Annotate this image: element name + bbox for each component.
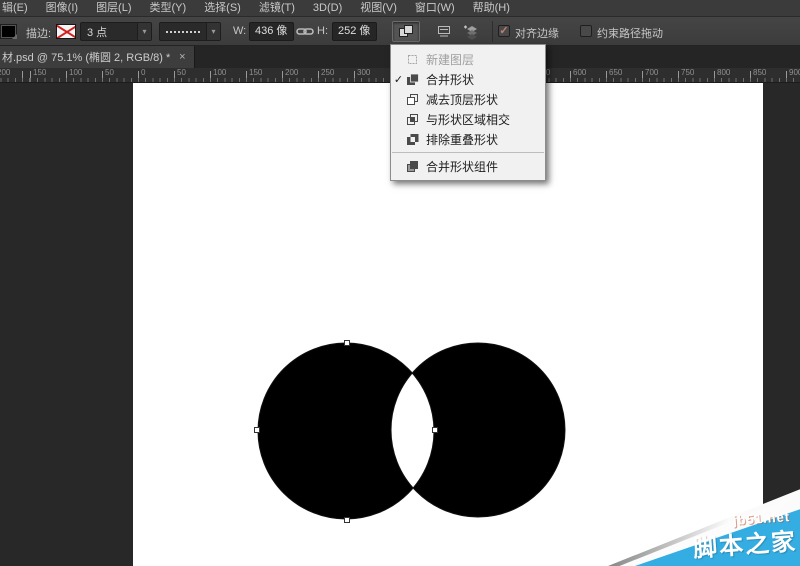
document-tab[interactable]: 材.psd @ 75.1% (椭圆 2, RGB/8) * × bbox=[0, 46, 195, 68]
menu-bar: 辑(E)图像(I)图层(L)类型(Y)选择(S)滤镜(T)3D(D)视图(V)窗… bbox=[0, 0, 800, 17]
anchor-point[interactable] bbox=[433, 428, 438, 433]
path-arrangement-icon bbox=[463, 24, 481, 40]
menu-item-6[interactable]: 3D(D) bbox=[304, 0, 351, 17]
path-alignment-button[interactable] bbox=[430, 21, 458, 42]
anchor-point[interactable] bbox=[345, 341, 350, 346]
height-field[interactable]: 252 像 bbox=[332, 22, 377, 41]
menu-item-2[interactable]: 图层(L) bbox=[87, 0, 140, 17]
menu-item-0[interactable]: 辑(E) bbox=[0, 0, 37, 17]
stroke-width-dropdown[interactable]: 3 点 ▾ bbox=[80, 22, 152, 41]
anchor-point[interactable] bbox=[345, 518, 350, 523]
link-dimensions-icon[interactable] bbox=[296, 25, 314, 38]
menu-item-5[interactable]: 滤镜(T) bbox=[250, 0, 304, 17]
path-arrangement-button[interactable] bbox=[458, 21, 486, 42]
merge-shape-components-icon bbox=[406, 160, 421, 173]
ruler-label: 650 bbox=[609, 68, 622, 77]
stroke-label: 描边: bbox=[26, 25, 51, 41]
exclude-overlapping-shapes-icon bbox=[406, 133, 421, 146]
ruler-label: 750 bbox=[681, 68, 694, 77]
ruler-label: 50 bbox=[105, 68, 114, 77]
ruler-label: 700 bbox=[645, 68, 658, 77]
ruler-label: 300 bbox=[357, 68, 370, 77]
menu-item-label: 减去顶层形状 bbox=[426, 91, 498, 108]
menu-item-intersect-shape-areas[interactable]: 与形状区域相交 bbox=[391, 109, 545, 129]
menu-item-7[interactable]: 视图(V) bbox=[351, 0, 406, 17]
combine-shapes-icon bbox=[398, 24, 414, 39]
options-separator bbox=[492, 21, 493, 42]
menu-item-exclude-overlapping-shapes[interactable]: 排除重叠形状 bbox=[391, 129, 545, 149]
path-operations-button[interactable] bbox=[392, 21, 420, 42]
intersect-shape-areas-icon bbox=[406, 113, 421, 126]
stroke-type-dropdown[interactable]: ▾ bbox=[159, 22, 221, 41]
path-operations-menu: 新建图层 ✓ 合并形状 减去顶层形状 与形状区域相交 bbox=[390, 44, 546, 181]
width-label: W: bbox=[233, 25, 246, 37]
width-field[interactable]: 436 像 bbox=[249, 22, 294, 41]
new-layer-icon bbox=[406, 53, 421, 66]
menu-item-combine-shapes[interactable]: ✓ 合并形状 bbox=[391, 69, 545, 89]
menu-item-label: 排除重叠形状 bbox=[426, 131, 498, 148]
fill-color-swatch[interactable] bbox=[0, 24, 17, 39]
options-bar: 描边: 3 点 ▾ ▾ W: 436 像 H: 252 像 bbox=[0, 17, 800, 46]
align-edges-checkbox[interactable]: ✓ bbox=[498, 25, 510, 37]
menu-item-4[interactable]: 选择(S) bbox=[195, 0, 250, 17]
align-edges-label: 对齐边缘 bbox=[515, 25, 559, 41]
ruler-label: 100 bbox=[213, 68, 226, 77]
watermark: jb51.net 脚本之家 bbox=[608, 486, 800, 566]
watermark-site-name: 脚本之家 bbox=[692, 521, 798, 563]
menu-item-3[interactable]: 类型(Y) bbox=[141, 0, 196, 17]
ellipse-shapes-path[interactable] bbox=[258, 343, 565, 519]
ruler-label: 850 bbox=[753, 68, 766, 77]
stroke-width-value: 3 点 bbox=[81, 24, 107, 40]
menu-item-label: 合并形状 bbox=[426, 71, 474, 88]
ruler-label: 150 bbox=[33, 68, 46, 77]
checkmark-icon: ✓ bbox=[391, 73, 406, 86]
menu-item-merge-shape-components[interactable]: 合并形状组件 bbox=[391, 156, 545, 176]
menu-separator bbox=[392, 152, 544, 153]
chevron-down-icon: ▾ bbox=[137, 23, 151, 40]
constrain-path-drag-checkbox[interactable] bbox=[580, 25, 592, 37]
stroke-color-swatch[interactable] bbox=[56, 24, 76, 39]
ruler-label: 900 bbox=[789, 68, 800, 77]
close-icon[interactable]: × bbox=[176, 51, 188, 63]
ruler-label: 200 bbox=[285, 68, 298, 77]
dashed-line-icon bbox=[166, 31, 200, 33]
ruler-label: 100 bbox=[69, 68, 82, 77]
menu-item-new-layer: 新建图层 bbox=[391, 49, 545, 69]
ruler-label: 800 bbox=[717, 68, 730, 77]
menu-item-label: 合并形状组件 bbox=[426, 158, 498, 175]
combine-shapes-icon bbox=[406, 73, 421, 86]
menu-item-subtract-front-shape[interactable]: 减去顶层形状 bbox=[391, 89, 545, 109]
menu-item-label: 与形状区域相交 bbox=[426, 111, 510, 128]
height-label: H: bbox=[317, 25, 328, 37]
ruler-label: 200 bbox=[0, 68, 10, 77]
path-alignment-icon bbox=[436, 24, 452, 39]
menu-item-8[interactable]: 窗口(W) bbox=[406, 0, 464, 17]
ruler-label: 50 bbox=[177, 68, 186, 77]
anchor-point[interactable] bbox=[255, 428, 260, 433]
subtract-front-shape-icon bbox=[406, 93, 421, 106]
chevron-down-icon: ▾ bbox=[206, 23, 220, 40]
ruler-label: 250 bbox=[321, 68, 334, 77]
ruler-label: 0 bbox=[141, 68, 145, 77]
photoshop-window: 辑(E)图像(I)图层(L)类型(Y)选择(S)滤镜(T)3D(D)视图(V)窗… bbox=[0, 0, 800, 566]
constrain-path-drag-label: 约束路径拖动 bbox=[597, 25, 663, 41]
menu-item-label: 新建图层 bbox=[426, 51, 474, 68]
menu-item-9[interactable]: 帮助(H) bbox=[464, 0, 519, 17]
ruler-label: 600 bbox=[573, 68, 586, 77]
menu-item-1[interactable]: 图像(I) bbox=[37, 0, 87, 17]
ruler-label: 150 bbox=[249, 68, 262, 77]
document-tab-title: 材.psd @ 75.1% (椭圆 2, RGB/8) * bbox=[2, 49, 170, 65]
